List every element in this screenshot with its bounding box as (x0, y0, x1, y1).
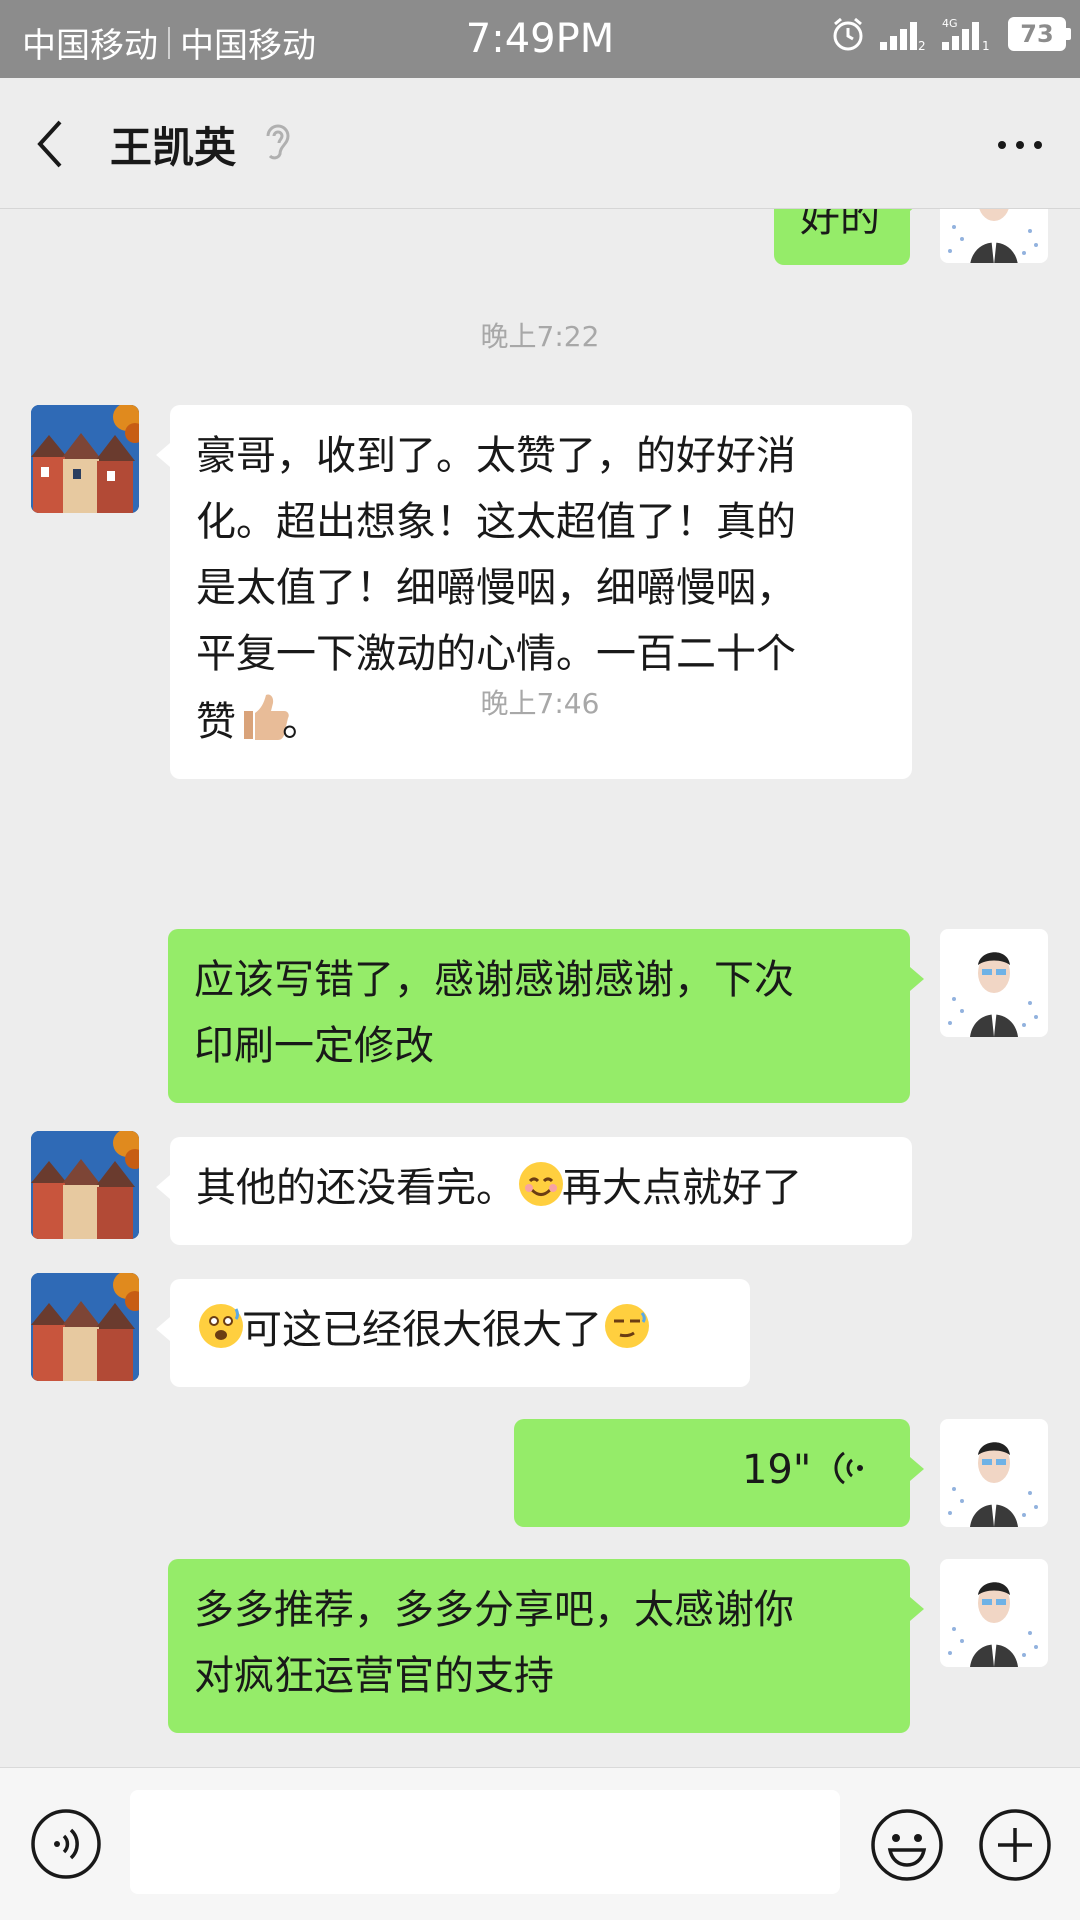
voice-duration: 19" (741, 1447, 812, 1493)
person-avatar-icon (948, 1582, 1038, 1667)
status-icons: 2 4G 1 73 (830, 16, 1071, 52)
house-avatar-icon (31, 405, 139, 513)
message-line: 应该写错了，感谢感谢感谢，下次 (194, 957, 794, 1003)
voice-icon (31, 1809, 101, 1879)
voice-input-button[interactable] (30, 1808, 102, 1884)
avatar-self[interactable] (940, 929, 1048, 1037)
svg-text:1: 1 (982, 39, 990, 52)
avatar-self[interactable] (940, 1419, 1048, 1527)
ear-icon (262, 120, 292, 168)
person-avatar-icon (948, 952, 1038, 1037)
message-bubble-sent[interactable]: 应该写错了，感谢感谢感谢，下次 印刷一定修改 (168, 929, 924, 1103)
avatar-contact[interactable] (31, 1273, 139, 1381)
signal-icon: 2 (878, 16, 928, 52)
smiley-icon (871, 1809, 943, 1881)
chat-title: 王凯英 (110, 123, 237, 172)
message-input[interactable] (130, 1790, 840, 1894)
svg-text:2: 2 (918, 39, 926, 52)
chat-header: 王凯英 (0, 78, 1080, 209)
plus-icon (979, 1809, 1051, 1881)
smirk-sweat-emoji-icon (602, 1301, 649, 1348)
person-avatar-icon (948, 1442, 1038, 1527)
more-icon (998, 141, 1006, 149)
input-bar (0, 1767, 1080, 1920)
message-text: 好的 (800, 209, 880, 241)
avatar-contact[interactable] (31, 1131, 139, 1239)
back-icon (37, 120, 62, 168)
house-avatar-icon (31, 1273, 139, 1381)
timestamp: 晚上7:22 (480, 320, 600, 353)
avatar-self[interactable] (940, 209, 1048, 263)
message-bubble-received[interactable]: 豪哥，收到了。太赞了，的好好消 化。超出想象！这太超值了！真的 是太值了！细嚼慢… (156, 405, 912, 779)
avatar-self[interactable] (940, 1559, 1048, 1667)
message-line: 豪哥，收到了。太赞了，的好好消 (196, 433, 796, 479)
message-line: 多多推荐，多多分享吧，太感谢你 (194, 1587, 794, 1633)
smiling-blush-emoji-icon (516, 1159, 563, 1206)
message-line: 印刷一定修改 (194, 1023, 434, 1069)
house-avatar-icon (31, 1131, 139, 1239)
timestamp: 晚上7:46 (480, 687, 600, 720)
message-list[interactable]: 好的 晚上7:22 豪哥，收到了。太赞了，的好好消 化。超出想象！这太超值了！真… (0, 209, 1080, 1767)
message-bubble-received[interactable]: 可这已经很大很大了 (156, 1279, 750, 1387)
voice-message-bubble[interactable]: 19" (514, 1419, 924, 1527)
message-line: 化。超出想象！这太超值了！真的 (196, 499, 796, 545)
message-line: 是太值了！细嚼慢咽，细嚼慢咽， (196, 565, 796, 611)
more-functions-button[interactable] (978, 1808, 1052, 1886)
emoji-button[interactable] (870, 1808, 944, 1886)
fearful-emoji-icon (196, 1301, 243, 1348)
message-bubble-sent[interactable]: 好的 (774, 209, 924, 265)
back-button[interactable] (30, 114, 70, 174)
avatar-contact[interactable] (31, 405, 139, 513)
person-avatar-icon (948, 209, 1038, 263)
network-label: 4G (942, 17, 958, 30)
message-bubble-received[interactable]: 其他的还没看完。 再大点就好了 (156, 1137, 912, 1245)
message-line: 对疯狂运营官的支持 (194, 1653, 554, 1699)
voice-wave-icon (824, 1445, 870, 1491)
signal-4g-icon: 4G 1 (940, 16, 996, 52)
more-button[interactable] (990, 128, 1050, 158)
message-line: 平复一下激动的心情。一百二十个 (196, 631, 796, 677)
battery-indicator: 73 (1008, 17, 1071, 51)
status-bar: 中国移动 中国移动 7:49PM 2 4G 1 73 (0, 0, 1080, 78)
message-bubble-sent[interactable]: 多多推荐，多多分享吧，太感谢你 对疯狂运营官的支持 (168, 1559, 924, 1733)
alarm-icon (830, 16, 866, 52)
